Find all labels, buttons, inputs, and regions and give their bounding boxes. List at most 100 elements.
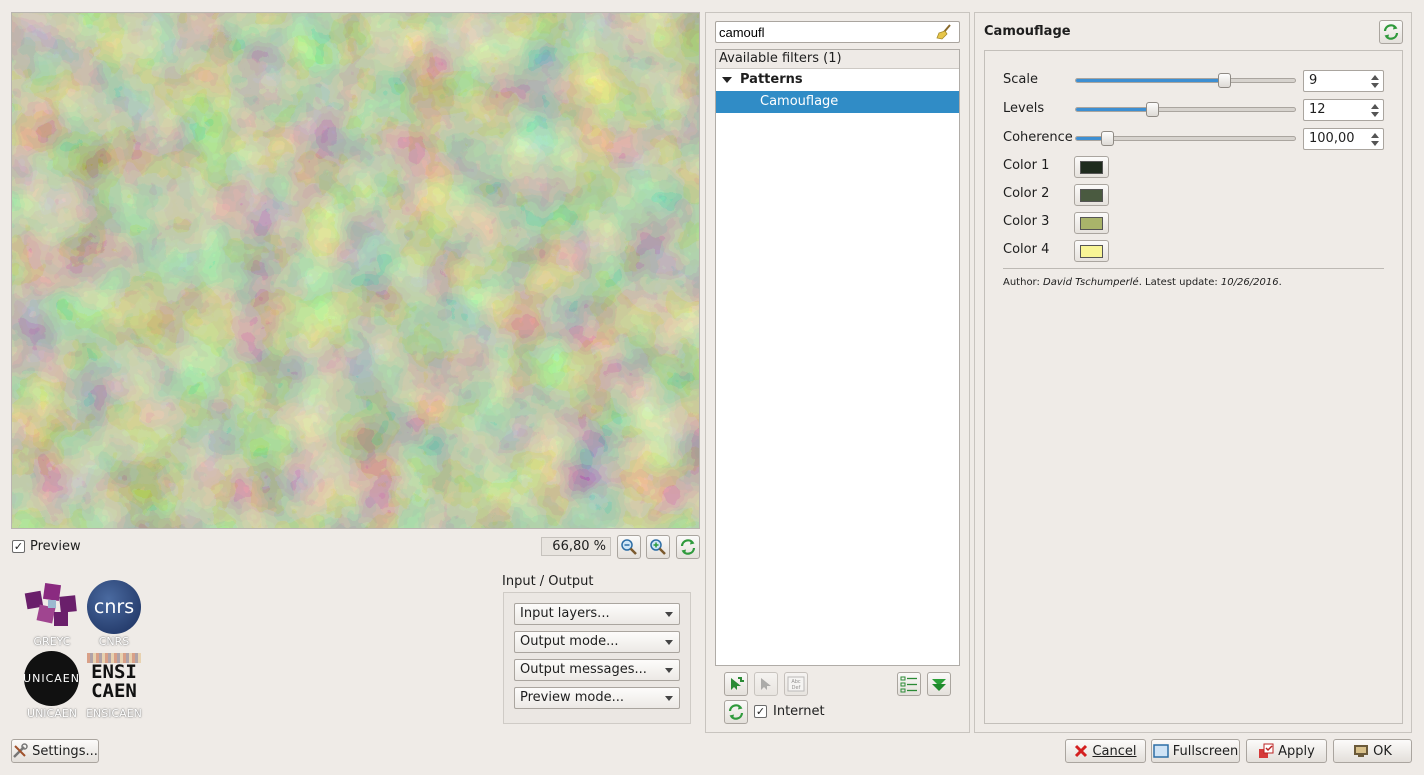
output-mode-select[interactable]: Output mode... bbox=[514, 631, 680, 653]
preview-label: Preview bbox=[30, 539, 81, 554]
output-messages-select[interactable]: Output messages... bbox=[514, 659, 680, 681]
add-favorite-icon bbox=[731, 677, 744, 690]
update-filters-button[interactable] bbox=[724, 700, 748, 724]
refresh-icon bbox=[728, 704, 744, 720]
zoom-out-button[interactable] bbox=[617, 535, 641, 559]
color-1-button[interactable] bbox=[1074, 156, 1109, 178]
fullscreen-icon bbox=[1153, 744, 1169, 758]
arrow-down-icon bbox=[932, 679, 946, 691]
remove-favorite-button[interactable] bbox=[754, 672, 778, 696]
fullscreen-button[interactable]: Fullscreen bbox=[1151, 739, 1240, 763]
chevron-down-icon bbox=[665, 696, 673, 701]
refresh-icon bbox=[680, 539, 696, 555]
color-2-label: Color 2 bbox=[1003, 186, 1050, 201]
spin-down-icon[interactable] bbox=[1371, 83, 1379, 88]
update-prefix: . Latest update: bbox=[1138, 277, 1221, 288]
refresh-preview-button[interactable] bbox=[676, 535, 700, 559]
filter-tree[interactable]: Available filters (1) Patterns Camouflag… bbox=[715, 49, 960, 666]
cancel-icon bbox=[1075, 744, 1088, 758]
scale-slider-fill bbox=[1076, 79, 1228, 82]
separator bbox=[1003, 268, 1384, 269]
levels-value: 12 bbox=[1309, 102, 1326, 117]
settings-button[interactable]: Settings... bbox=[11, 739, 99, 763]
unicaen-logo: UNICAEN bbox=[23, 651, 79, 706]
coherence-slider-handle[interactable] bbox=[1101, 131, 1114, 146]
selection-mode-button[interactable] bbox=[897, 672, 921, 696]
filter-name-title: Camouflage bbox=[984, 24, 1071, 39]
svg-text:Def: Def bbox=[792, 685, 801, 691]
color-1-label: Color 1 bbox=[1003, 158, 1050, 173]
zoom-in-icon bbox=[650, 539, 666, 555]
output-messages-label: Output messages... bbox=[520, 662, 647, 677]
expand-arrow-icon[interactable] bbox=[722, 77, 732, 83]
cnrs-logo: cnrs bbox=[87, 580, 141, 634]
update-date: 10/26/2016 bbox=[1220, 277, 1279, 288]
tree-group-label: Patterns bbox=[740, 72, 803, 87]
levels-slider-fill bbox=[1076, 108, 1151, 111]
expand-collapse-button[interactable] bbox=[927, 672, 951, 696]
add-favorite-button[interactable] bbox=[724, 672, 748, 696]
fullscreen-label: Fullscreen bbox=[1172, 743, 1239, 759]
cancel-button[interactable]: Cancel bbox=[1065, 739, 1146, 763]
coherence-slider[interactable] bbox=[1075, 131, 1296, 146]
tree-item-camouflage[interactable]: Camouflage bbox=[716, 91, 959, 113]
levels-slider[interactable] bbox=[1075, 102, 1296, 117]
scale-label: Scale bbox=[1003, 72, 1038, 87]
ok-button[interactable]: OK bbox=[1333, 739, 1412, 763]
color-1-swatch bbox=[1080, 160, 1103, 174]
update-suffix: . bbox=[1278, 277, 1282, 288]
color-3-button[interactable] bbox=[1074, 212, 1109, 234]
filter-search-input[interactable] bbox=[715, 21, 960, 43]
internet-label: Internet bbox=[773, 704, 825, 719]
preview-checkbox[interactable]: ✓ bbox=[12, 540, 25, 553]
preview-canvas[interactable] bbox=[11, 12, 700, 529]
author-info: Author: David Tschumperlé. Latest update… bbox=[1003, 277, 1282, 288]
zoom-in-button[interactable] bbox=[646, 535, 670, 559]
input-layers-select[interactable]: Input layers... bbox=[514, 603, 680, 625]
scale-slider-handle[interactable] bbox=[1218, 73, 1231, 88]
levels-spinbox[interactable]: 12 bbox=[1303, 99, 1384, 121]
refresh-icon bbox=[1383, 24, 1399, 40]
greyc-logo bbox=[24, 582, 80, 638]
tree-group-patterns[interactable]: Patterns bbox=[716, 69, 959, 91]
settings-label: Settings... bbox=[32, 743, 98, 759]
chevron-down-icon bbox=[665, 640, 673, 645]
cnrs-caption: CNRS bbox=[98, 635, 130, 648]
available-filters-header: Available filters (1) bbox=[716, 50, 959, 69]
settings-tools-icon bbox=[13, 743, 28, 758]
ok-label: OK bbox=[1373, 743, 1392, 759]
chevron-down-icon bbox=[665, 668, 673, 673]
coherence-value: 100,00 bbox=[1309, 131, 1355, 146]
color-4-button[interactable] bbox=[1074, 240, 1109, 262]
chevron-down-icon bbox=[665, 612, 673, 617]
zoom-out-icon bbox=[621, 539, 637, 555]
preview-mode-label: Preview mode... bbox=[520, 690, 624, 705]
reset-parameters-button[interactable] bbox=[1379, 20, 1403, 44]
levels-label: Levels bbox=[1003, 101, 1045, 116]
input-layers-label: Input layers... bbox=[520, 606, 610, 621]
checklist-icon bbox=[900, 676, 917, 693]
spin-up-icon[interactable] bbox=[1371, 133, 1379, 138]
coherence-spinbox[interactable]: 100,00 bbox=[1303, 128, 1384, 150]
levels-slider-handle[interactable] bbox=[1146, 102, 1159, 117]
apply-button[interactable]: Apply bbox=[1246, 739, 1327, 763]
internet-checkbox[interactable]: ✓ bbox=[754, 705, 767, 718]
color-2-swatch bbox=[1080, 188, 1103, 202]
spin-down-icon[interactable] bbox=[1371, 112, 1379, 117]
rename-favorite-button[interactable]: Abc Def bbox=[784, 672, 808, 696]
scale-slider[interactable] bbox=[1075, 73, 1296, 88]
color-3-label: Color 3 bbox=[1003, 214, 1050, 229]
preview-mode-select[interactable]: Preview mode... bbox=[514, 687, 680, 709]
scale-spinbox[interactable]: 9 bbox=[1303, 70, 1384, 92]
ensicaen-caption: ENSICAEN bbox=[86, 707, 142, 720]
spin-up-icon[interactable] bbox=[1371, 75, 1379, 80]
clear-search-broom-icon[interactable] bbox=[936, 24, 952, 44]
spin-up-icon[interactable] bbox=[1371, 104, 1379, 109]
camouflage-preview-image bbox=[12, 13, 699, 528]
cancel-label: Cancel bbox=[1092, 743, 1137, 759]
scale-value: 9 bbox=[1309, 73, 1318, 88]
spin-down-icon[interactable] bbox=[1371, 141, 1379, 146]
color-2-button[interactable] bbox=[1074, 184, 1109, 206]
author-prefix: Author: bbox=[1003, 277, 1044, 288]
input-output-title: Input / Output bbox=[502, 574, 594, 589]
